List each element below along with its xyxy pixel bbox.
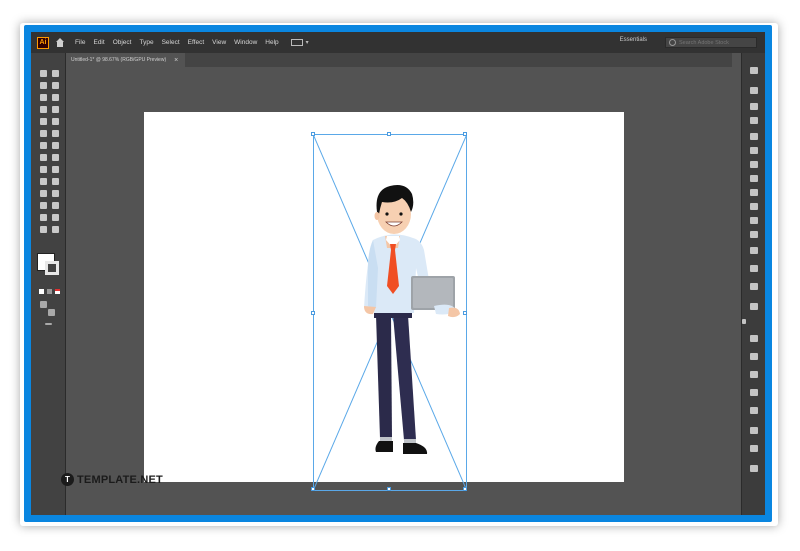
scale-tool-icon[interactable]: [52, 142, 59, 149]
navigator-panel-icon[interactable]: [750, 407, 758, 414]
eyedropper-icon[interactable]: [40, 190, 47, 197]
artboards-panel-icon[interactable]: [750, 427, 758, 434]
rectangle-tool-icon[interactable]: [40, 118, 47, 125]
stroke-panel-icon[interactable]: [750, 247, 758, 254]
menu-bar: Ai File Edit Object Type Select Effect V…: [31, 32, 765, 53]
tools-panel: [31, 53, 66, 515]
menu-list: File Edit Object Type Select Effect View…: [75, 39, 287, 46]
blend-tool-icon[interactable]: [52, 190, 59, 197]
resize-handle[interactable]: [311, 487, 315, 491]
draw-mode-icon[interactable]: [40, 301, 47, 308]
graphic-styles-panel-icon[interactable]: [750, 189, 758, 196]
type-tool-icon[interactable]: [40, 106, 47, 113]
hand-tool-icon[interactable]: [40, 226, 47, 233]
close-icon[interactable]: ×: [174, 57, 178, 64]
search-input[interactable]: [676, 39, 755, 46]
menu-effect[interactable]: Effect: [188, 39, 205, 46]
menu-type[interactable]: Type: [139, 39, 153, 46]
zoom-tool-icon[interactable]: [52, 226, 59, 233]
resize-handle[interactable]: [311, 311, 315, 315]
color-guide-icon[interactable]: [750, 231, 758, 238]
resize-handle[interactable]: [463, 311, 467, 315]
shaper-tool-icon[interactable]: [40, 130, 47, 137]
eraser-icon[interactable]: [52, 130, 59, 137]
asset-export-icon[interactable]: [750, 371, 758, 378]
screen-mode-icon[interactable]: [48, 309, 55, 316]
stock-search[interactable]: [665, 37, 757, 48]
arrange-documents-icon[interactable]: [290, 39, 303, 46]
paragraph-panel-icon[interactable]: [750, 103, 758, 110]
symbol-sprayer-icon[interactable]: [40, 202, 47, 209]
resize-handle[interactable]: [463, 132, 467, 136]
gradient-tool-icon[interactable]: [52, 178, 59, 185]
mesh-tool-icon[interactable]: [40, 178, 47, 185]
menu-file[interactable]: File: [75, 39, 85, 46]
menu-help[interactable]: Help: [265, 39, 278, 46]
lasso-icon[interactable]: [52, 82, 59, 89]
selection-bounding-box[interactable]: [311, 132, 467, 491]
menu-object[interactable]: Object: [113, 39, 132, 46]
line-segment-icon[interactable]: [52, 106, 59, 113]
selection-tool-icon[interactable]: [40, 70, 47, 77]
watermark-text: TEMPLATE.NET: [77, 473, 163, 486]
direct-selection-tool-icon[interactable]: [52, 70, 59, 77]
menu-edit[interactable]: Edit: [93, 39, 104, 46]
document-tab-bar: Untitled-1* @ 98.67% (RGB/GPU Preview) ×: [65, 53, 732, 67]
pathfinder-panel-icon[interactable]: [750, 353, 758, 360]
artboard-tool-icon[interactable]: [40, 214, 47, 221]
watermark-logo: T: [61, 473, 74, 486]
pen-tool-icon[interactable]: [40, 94, 47, 101]
document-tab[interactable]: Untitled-1* @ 98.67% (RGB/GPU Preview) ×: [65, 53, 185, 67]
search-icon: [669, 39, 676, 46]
resize-handle[interactable]: [311, 132, 315, 136]
gradient-mode-icon[interactable]: [47, 289, 52, 294]
workspace-switcher[interactable]: Essentials: [620, 37, 647, 43]
free-transform-icon[interactable]: [52, 154, 59, 161]
app-logo: Ai: [37, 36, 49, 49]
paintbrush-icon[interactable]: [52, 118, 59, 125]
resize-handle[interactable]: [387, 487, 391, 491]
magic-wand-icon[interactable]: [40, 82, 47, 89]
column-graph-icon[interactable]: [52, 202, 59, 209]
menu-view[interactable]: View: [212, 39, 226, 46]
menu-window[interactable]: Window: [234, 39, 257, 46]
color-panel-icon[interactable]: [750, 217, 758, 224]
none-mode-icon[interactable]: [55, 289, 60, 294]
watermark: T TEMPLATE.NET: [61, 473, 163, 486]
width-tool-icon[interactable]: [40, 154, 47, 161]
shape-builder-icon[interactable]: [40, 166, 47, 173]
libraries-panel-icon[interactable]: [750, 133, 758, 140]
symbols-panel-icon[interactable]: [750, 175, 758, 182]
illustrator-window: Ai File Edit Object Type Select Effect V…: [31, 32, 765, 515]
edit-toolbar-icon[interactable]: [45, 323, 52, 325]
home-icon[interactable]: [55, 37, 65, 48]
properties-panel-icon[interactable]: [750, 67, 758, 74]
resize-handle[interactable]: [463, 487, 467, 491]
perspective-grid-icon[interactable]: [52, 166, 59, 173]
appearance-panel-icon[interactable]: [750, 203, 758, 210]
dock-collapse-icon[interactable]: [742, 319, 746, 324]
character-panel-icon[interactable]: [750, 87, 758, 94]
stroke-color-swatch[interactable]: [45, 261, 59, 275]
slice-tool-icon[interactable]: [52, 214, 59, 221]
color-mode-icon[interactable]: [39, 289, 44, 294]
rotate-tool-icon[interactable]: [40, 142, 47, 149]
links-panel-icon[interactable]: [750, 445, 758, 452]
chevron-down-icon[interactable]: ▾: [306, 39, 309, 46]
align-panel-icon[interactable]: [750, 335, 758, 342]
gradient-panel-icon[interactable]: [750, 265, 758, 272]
swatches-panel-icon[interactable]: [750, 147, 758, 154]
curvature-icon[interactable]: [52, 94, 59, 101]
document-tab-title: Untitled-1* @ 98.67% (RGB/GPU Preview): [71, 57, 167, 63]
brushes-panel-icon[interactable]: [750, 161, 758, 168]
layers-panel-icon[interactable]: [750, 117, 758, 124]
transparency-panel-icon[interactable]: [750, 283, 758, 290]
panels-dock: [741, 53, 765, 515]
actions-panel-icon[interactable]: [750, 465, 758, 472]
info-panel-icon[interactable]: [750, 389, 758, 396]
transform-panel-icon[interactable]: [750, 303, 758, 310]
menu-select[interactable]: Select: [162, 39, 180, 46]
resize-handle[interactable]: [387, 132, 391, 136]
